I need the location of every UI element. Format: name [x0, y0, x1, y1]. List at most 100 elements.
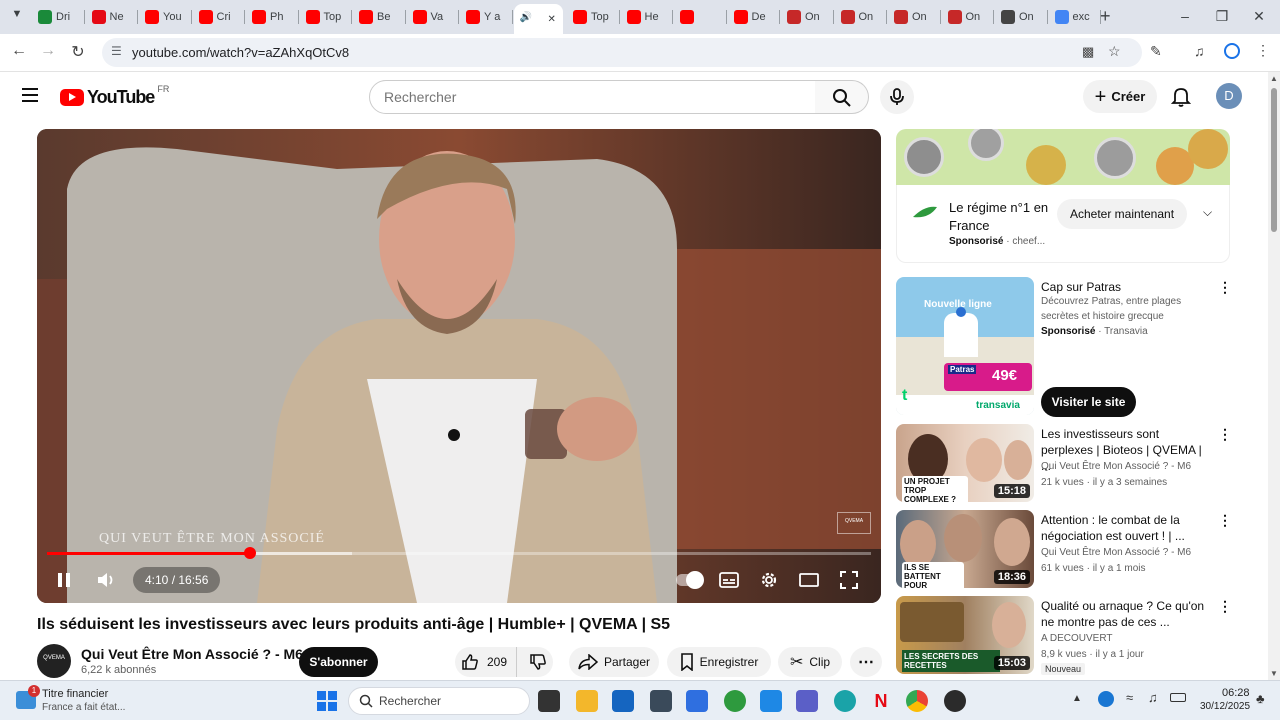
- browser-tab[interactable]: Ne: [86, 6, 138, 28]
- browser-tab[interactable]: Va: [407, 6, 459, 28]
- promo-more-options-icon[interactable]: ⋮: [1218, 279, 1232, 296]
- onedrive-icon[interactable]: [1098, 691, 1114, 707]
- promo-cta-button[interactable]: Visiter le site: [1041, 387, 1136, 417]
- show-hidden-icons-icon[interactable]: ▲: [1072, 693, 1082, 704]
- hamburger-menu-icon[interactable]: [22, 88, 38, 102]
- share-button[interactable]: Partager: [569, 647, 659, 677]
- browser-tab[interactable]: On: [835, 6, 887, 28]
- channel-avatar[interactable]: QVEMA: [37, 644, 71, 678]
- app-editor-icon[interactable]: [686, 690, 708, 712]
- youtube-logo[interactable]: YouTube FR: [60, 84, 169, 108]
- wifi-icon[interactable]: ≈: [1126, 690, 1133, 705]
- subtitles-button[interactable]: [717, 567, 741, 593]
- media-control-icon[interactable]: ♫: [1194, 43, 1205, 59]
- bookmark-star-icon[interactable]: ☆: [1108, 43, 1121, 60]
- browser-menu-icon[interactable]: ⋮: [1256, 42, 1270, 59]
- settings-button[interactable]: [757, 567, 781, 593]
- save-button[interactable]: Enregistrer: [667, 647, 771, 677]
- xbox-icon[interactable]: [724, 690, 746, 712]
- dislike-button[interactable]: [523, 647, 553, 677]
- store-icon[interactable]: [612, 690, 634, 712]
- browser-tab[interactable]: exc: [1049, 6, 1101, 28]
- video-more-options-icon[interactable]: ⋮: [1218, 512, 1232, 529]
- maximize-button[interactable]: ❐: [1207, 8, 1237, 25]
- scroll-down-arrow-icon[interactable]: ▼: [1270, 669, 1278, 678]
- promo-ad-item[interactable]: Nouvelle ligne Patras 49€ t transavia Ca…: [896, 277, 1232, 417]
- create-button[interactable]: + Créer: [1083, 80, 1157, 113]
- browser-tab[interactable]: Top: [567, 6, 620, 28]
- taskbar-search[interactable]: Rechercher: [348, 687, 530, 715]
- recommended-video[interactable]: UN PROJET TROP COMPLEXE ? 15:18 Les inve…: [896, 424, 1232, 502]
- teams-icon[interactable]: [796, 690, 818, 712]
- site-info-icon[interactable]: ☰: [111, 44, 122, 58]
- like-button[interactable]: 209: [455, 647, 518, 677]
- progress-scrubber-handle[interactable]: [243, 547, 256, 559]
- speaker-icon[interactable]: ♫: [1148, 690, 1158, 705]
- file-explorer-icon[interactable]: [576, 690, 598, 712]
- tab-search-button[interactable]: ▼: [8, 8, 26, 26]
- browser-tab[interactable]: Dri: [32, 6, 85, 28]
- netflix-icon[interactable]: N: [870, 690, 892, 712]
- obs-icon[interactable]: [944, 690, 966, 712]
- browser-tab[interactable]: On: [888, 6, 941, 28]
- clock-date[interactable]: 30/12/2025: [1200, 701, 1250, 712]
- video-more-options-icon[interactable]: ⋮: [1218, 598, 1232, 615]
- promo-thumbnail[interactable]: Nouvelle ligne Patras 49€ t transavia: [896, 277, 1034, 415]
- close-tab-icon[interactable]: ✕: [548, 14, 556, 25]
- edge-icon[interactable]: [834, 690, 856, 712]
- scroll-up-arrow-icon[interactable]: ▲: [1270, 74, 1278, 83]
- page-scrollbar[interactable]: ▲ ▼: [1268, 72, 1280, 680]
- search-button[interactable]: [815, 80, 869, 114]
- video-thumbnail[interactable]: ILS SE BATTENT POUR INVESTIR! 18:36: [896, 510, 1034, 588]
- notifications-bell-icon[interactable]: [1171, 86, 1191, 108]
- vscode-icon[interactable]: [760, 690, 782, 712]
- autoplay-toggle[interactable]: [675, 567, 704, 593]
- news-widget[interactable]: 1 Titre financier France a fait état...: [14, 685, 174, 717]
- theater-mode-button[interactable]: [797, 567, 821, 593]
- profile-icon[interactable]: [1224, 43, 1240, 59]
- browser-tab[interactable]: Be: [353, 6, 406, 28]
- browser-tab[interactable]: De: [728, 6, 780, 28]
- notification-bell-icon[interactable]: ♣: [1256, 691, 1265, 706]
- progress-bar[interactable]: [47, 547, 871, 559]
- battery-icon[interactable]: [1170, 693, 1186, 702]
- channel-name[interactable]: Qui Veut Être Mon Associé ? - M6: [81, 646, 303, 662]
- browser-tab[interactable]: Y a: [460, 6, 513, 28]
- task-view-icon[interactable]: [538, 690, 560, 712]
- volume-button[interactable]: [93, 567, 119, 593]
- app-cube-icon[interactable]: [650, 690, 672, 712]
- browser-tab[interactable]: Top: [300, 6, 352, 28]
- ad-card[interactable]: Le régime n°1 en France Sponsorisé · che…: [896, 185, 1230, 263]
- reload-button[interactable]: ↻: [67, 42, 89, 62]
- chrome-icon[interactable]: [906, 690, 928, 712]
- browser-tab[interactable]: On: [781, 6, 834, 28]
- subscribe-button[interactable]: S'abonner: [299, 647, 378, 677]
- voice-search-button[interactable]: [880, 80, 914, 114]
- windows-start-icon[interactable]: [316, 690, 338, 712]
- video-more-options-icon[interactable]: ⋮: [1218, 426, 1232, 443]
- video-player[interactable]: QUI VEUT ÊTRE MON ASSOCIÉ QVEMA 4:10 / 1…: [37, 129, 881, 603]
- close-window-button[interactable]: ✕: [1244, 8, 1274, 25]
- browser-tab[interactable]: On: [995, 6, 1048, 28]
- install-app-icon[interactable]: ▩: [1082, 44, 1094, 60]
- recommended-video[interactable]: LES SECRETS DES RECETTES 15:03 Qualité o…: [896, 596, 1232, 675]
- clip-button[interactable]: ✂ Clip: [778, 647, 842, 677]
- browser-tab[interactable]: Ph: [246, 6, 299, 28]
- pause-button[interactable]: [51, 567, 77, 593]
- browser-tab[interactable]: He: [621, 6, 673, 28]
- new-tab-button[interactable]: +: [1100, 6, 1111, 27]
- scrollbar-thumb[interactable]: [1271, 88, 1277, 232]
- video-thumbnail[interactable]: LES SECRETS DES RECETTES 15:03: [896, 596, 1034, 674]
- more-actions-button[interactable]: ⋯: [850, 647, 882, 677]
- recommended-video[interactable]: ILS SE BATTENT POUR INVESTIR! 18:36 Atte…: [896, 510, 1232, 588]
- video-thumbnail[interactable]: UN PROJET TROP COMPLEXE ? 15:18: [896, 424, 1034, 502]
- minimize-button[interactable]: –: [1170, 8, 1200, 24]
- browser-tab[interactable]: [674, 6, 727, 28]
- search-input[interactable]: [370, 81, 816, 113]
- address-bar[interactable]: ☰ youtube.com/watch?v=aZAhXqOtCv8 ▩ ☆: [102, 38, 1142, 67]
- browser-tab[interactable]: Cri: [193, 6, 245, 28]
- fullscreen-button[interactable]: [837, 567, 861, 593]
- browser-tab-active[interactable]: 🔊 ✕: [513, 4, 563, 34]
- extensions-icon[interactable]: ✎: [1150, 43, 1162, 60]
- ad-cta-button[interactable]: Acheter maintenant: [1057, 199, 1187, 229]
